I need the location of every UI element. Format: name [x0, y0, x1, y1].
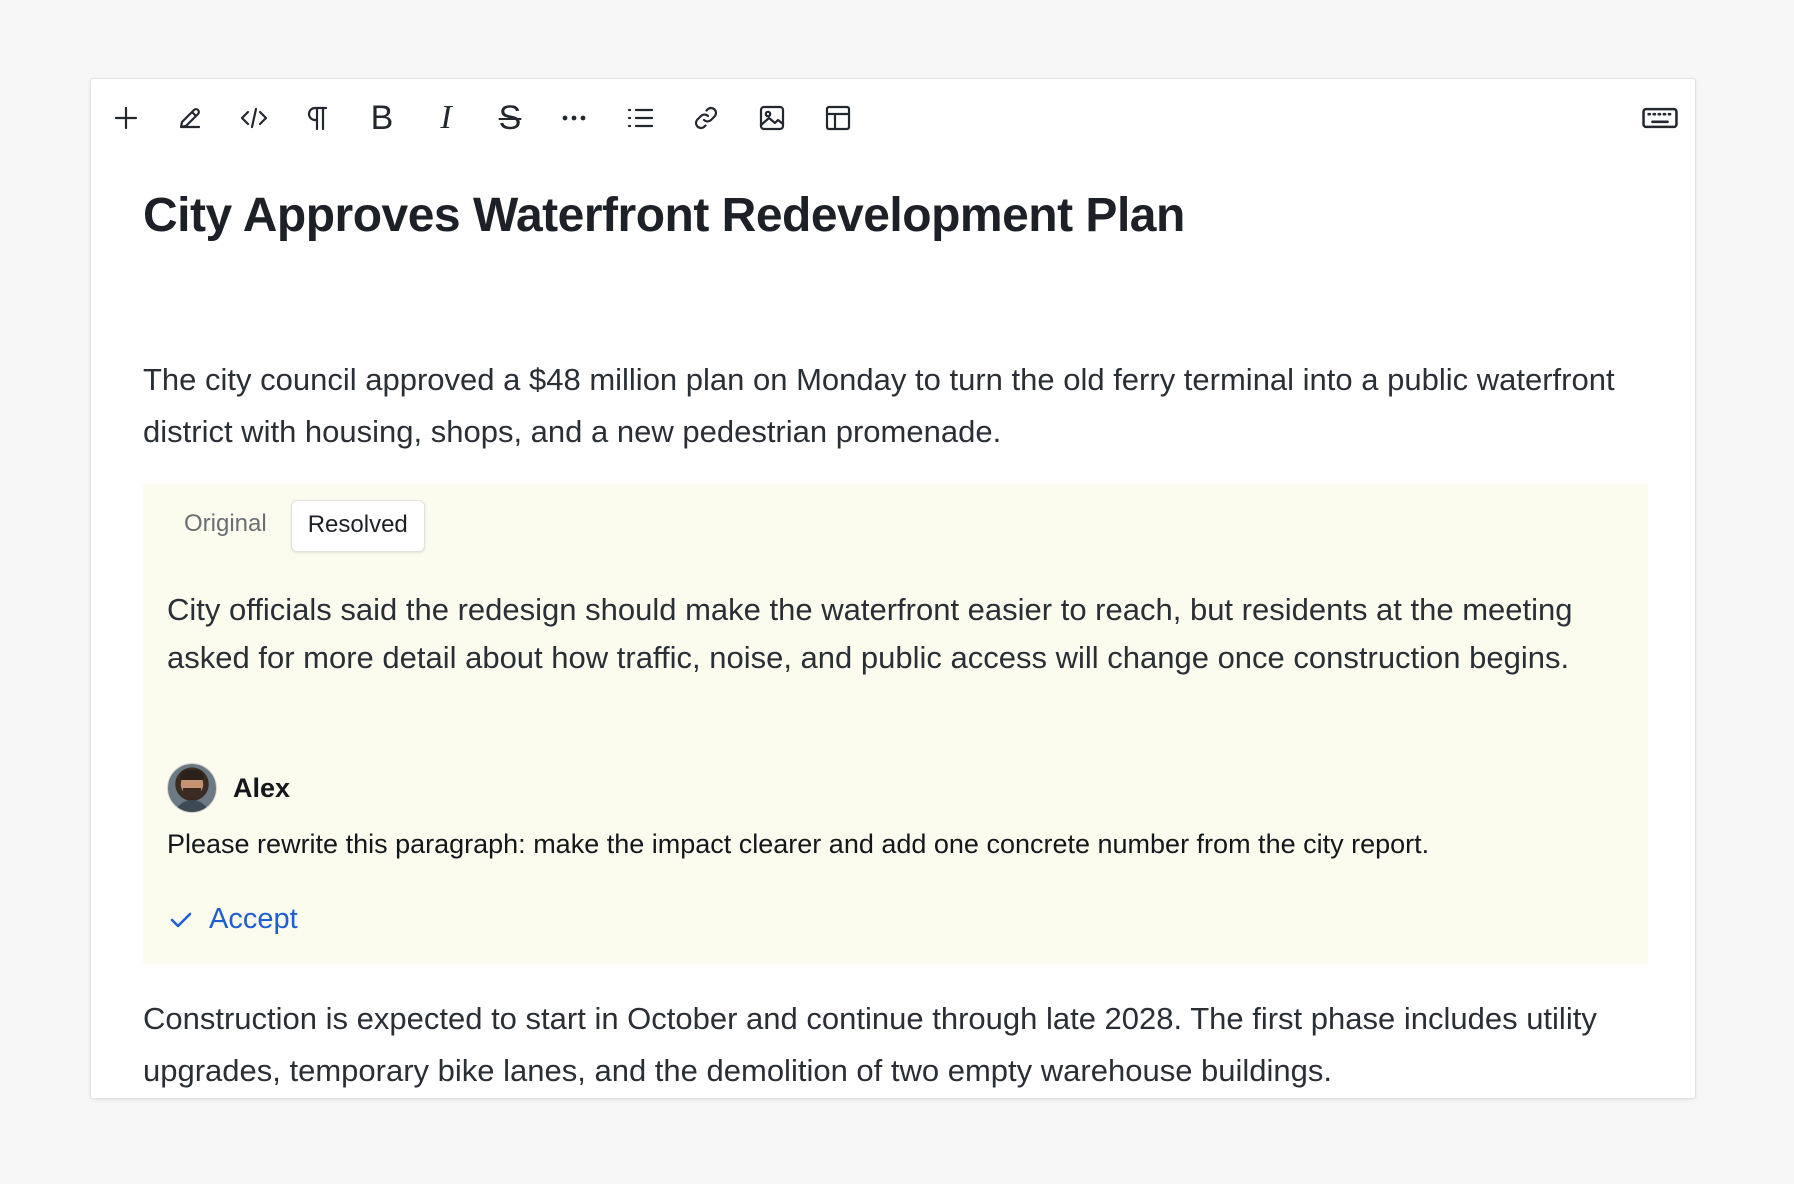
code-icon: [240, 107, 268, 129]
checkmark-icon: [170, 912, 192, 927]
table-icon: [825, 105, 851, 131]
accept-button[interactable]: Accept: [167, 903, 298, 936]
comment-header: Alex: [167, 763, 290, 813]
image-icon: [759, 105, 785, 131]
add-button[interactable]: [105, 97, 147, 139]
document-body: City Approves Waterfront Redevelopment P…: [143, 184, 1648, 1088]
editor-toolbar: B I S: [91, 79, 1695, 155]
tab-original[interactable]: Original: [168, 500, 283, 550]
keyboard-icon: [1642, 107, 1678, 129]
edit-button[interactable]: [169, 97, 211, 139]
link-button[interactable]: [685, 97, 727, 139]
version-tabs: Original Resolved: [168, 500, 425, 552]
comment-author: Alex: [233, 772, 291, 803]
document-title[interactable]: City Approves Waterfront Redevelopment P…: [143, 184, 1648, 248]
italic-button[interactable]: I: [425, 97, 467, 139]
more-button[interactable]: [553, 97, 595, 139]
strikethrough-button[interactable]: S: [489, 97, 531, 139]
avatar: [167, 763, 217, 813]
italic-icon: I: [440, 99, 452, 136]
pilcrow-icon: [307, 106, 328, 131]
outro-paragraph[interactable]: Construction is expected to start in Oct…: [143, 993, 1648, 1097]
bulleted-list-icon: [627, 108, 654, 128]
image-button[interactable]: [751, 97, 793, 139]
tab-resolved[interactable]: Resolved: [290, 500, 425, 552]
resolved-paragraph[interactable]: City officials said the redesign should …: [167, 586, 1627, 682]
strikethrough-icon: S: [498, 99, 522, 137]
keyboard-button[interactable]: [1639, 97, 1681, 139]
bold-button[interactable]: B: [361, 97, 403, 139]
ellipsis-icon: [562, 115, 586, 121]
paragraph-button[interactable]: [297, 97, 339, 139]
bold-icon: B: [370, 99, 394, 137]
link-icon: [694, 106, 718, 130]
pencil-icon: [179, 108, 201, 129]
suggestion-block: Original Resolved City officials said th…: [143, 484, 1648, 964]
plus-icon: [114, 106, 138, 130]
list-button[interactable]: [619, 97, 661, 139]
intro-paragraph[interactable]: The city council approved a $48 million …: [143, 354, 1648, 458]
accept-label: Accept: [209, 903, 298, 935]
comment-text: Please rewrite this paragraph: make the …: [167, 829, 1430, 859]
editor-panel: B I S City Approves Waterfront Redevelop…: [90, 78, 1696, 1099]
code-button[interactable]: [233, 97, 275, 139]
table-button[interactable]: [817, 97, 859, 139]
